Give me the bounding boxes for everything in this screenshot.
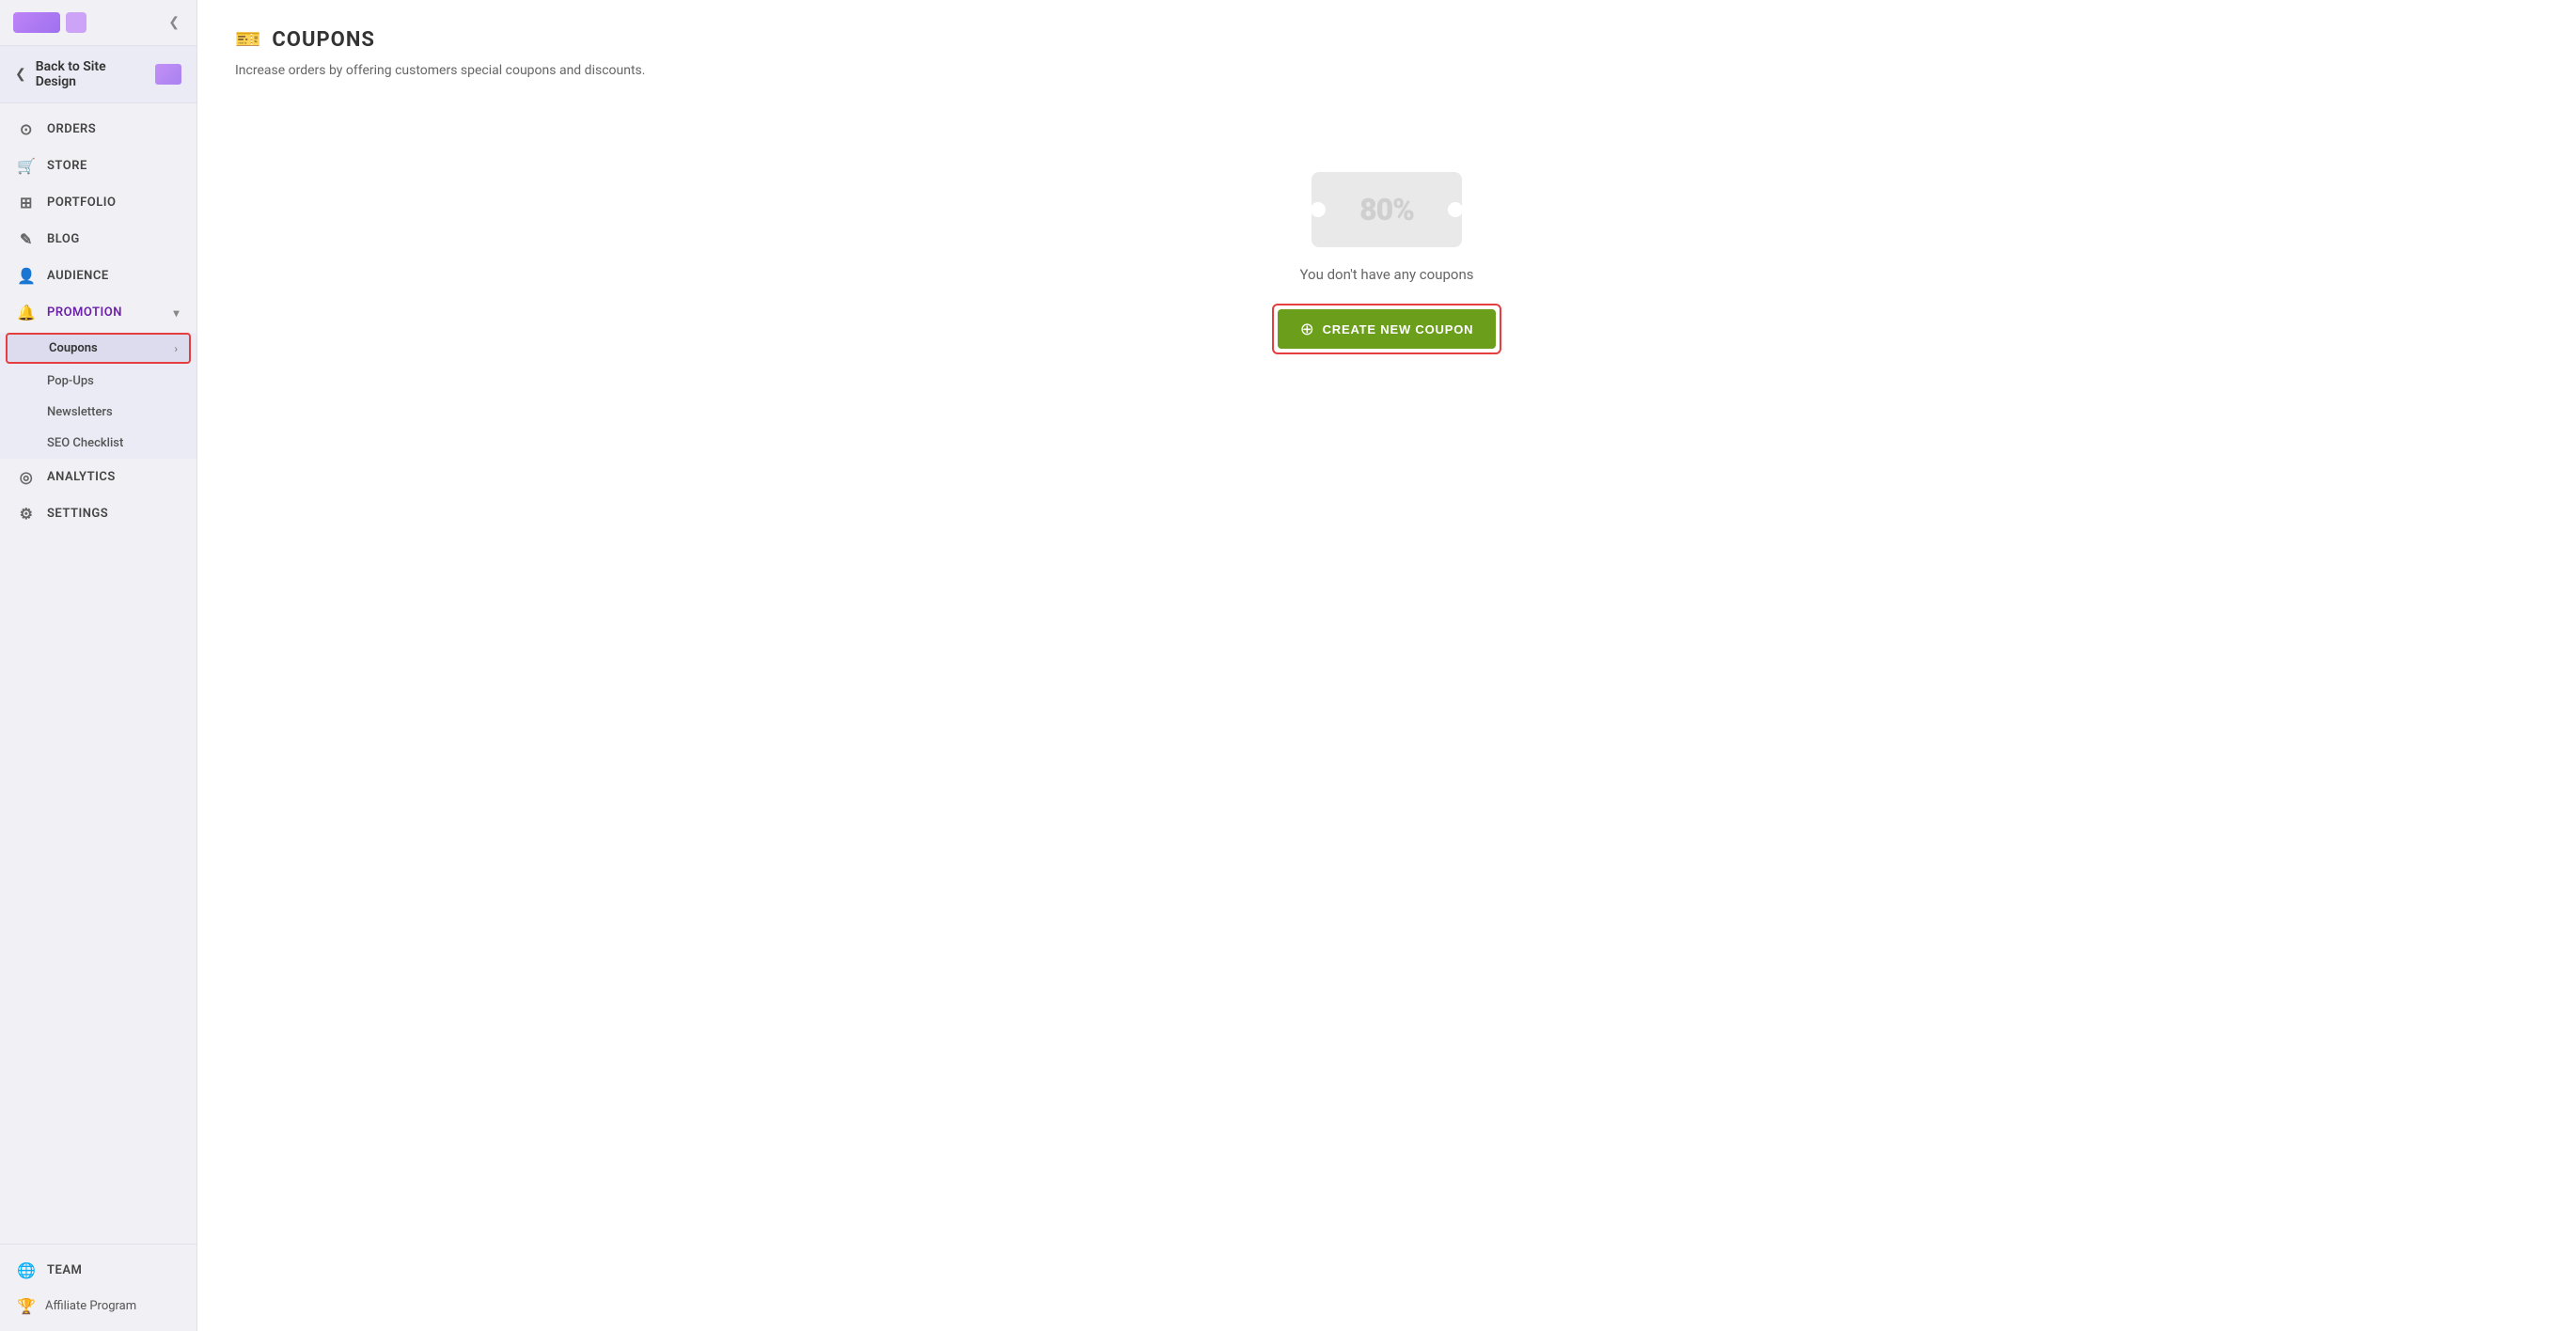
portfolio-icon: ⊞ [17,194,36,211]
create-coupon-btn-wrapper: ⊕ CREATE NEW COUPON [1272,304,1502,354]
sidebar-bottom: 🌐 TEAM 🏆 Affiliate Program [0,1244,196,1331]
sidebar-item-coupons[interactable]: Coupons › [6,333,191,364]
affiliate-label: Affiliate Program [45,1299,136,1313]
analytics-label: ANALYTICS [47,470,116,484]
sidebar-item-affiliate[interactable]: 🏆 Affiliate Program [0,1289,196,1323]
sidebar-item-settings[interactable]: ⚙ SETTINGS [0,495,196,532]
promotion-submenu: Coupons › Pop-Ups Newsletters SEO Checkl… [0,333,196,459]
store-icon: 🛒 [17,157,36,175]
back-to-site-button[interactable]: ❮ Back to Site Design [0,46,196,103]
audience-label: AUDIENCE [47,269,109,283]
coupon-ticket: 80% [1312,172,1462,247]
seo-checklist-label: SEO Checklist [47,436,123,450]
coupons-chevron-icon: › [174,342,178,355]
sidebar-collapse-button[interactable]: ❮ [165,11,183,34]
coupons-label: Coupons [49,341,98,355]
coupon-illustration: 80% [1312,172,1462,247]
plus-icon: ⊕ [1300,321,1315,337]
empty-state-text: You don't have any coupons [1300,266,1474,283]
back-to-site-label: Back to Site Design [36,59,146,89]
sidebar-header: ❮ [0,0,196,46]
back-arrow-icon: ❮ [15,67,26,82]
sidebar-item-blog[interactable]: ✎ BLOG [0,221,196,258]
blog-label: BLOG [47,232,80,246]
sidebar-item-team[interactable]: 🌐 TEAM [0,1252,196,1289]
logo-block [13,12,60,33]
portfolio-label: PORTFOLIO [47,196,116,210]
team-icon: 🌐 [17,1261,36,1279]
main-nav: ⊙ ORDERS 🛒 STORE ⊞ PORTFOLIO ✎ BLOG 👤 AU… [0,103,196,540]
orders-icon: ⊙ [17,120,36,138]
main-content: 🎫 COUPONS Increase orders by offering cu… [197,0,2576,1331]
site-design-icon [155,64,181,85]
sidebar-item-seo-checklist[interactable]: SEO Checklist [0,428,196,459]
sidebar-logo [13,12,86,33]
page-header: 🎫 COUPONS [235,28,2538,52]
orders-label: ORDERS [47,122,96,136]
audience-icon: 👤 [17,267,36,285]
newsletters-label: Newsletters [47,405,113,419]
sidebar-item-audience[interactable]: 👤 AUDIENCE [0,258,196,294]
settings-icon: ⚙ [17,505,36,523]
create-coupon-label: CREATE NEW COUPON [1323,322,1474,337]
sidebar-item-store[interactable]: 🛒 STORE [0,148,196,184]
blog-icon: ✎ [17,230,36,248]
empty-state: 80% You don't have any coupons ⊕ CREATE … [235,134,2538,392]
popups-label: Pop-Ups [47,374,94,388]
promotion-icon: 🔔 [17,304,36,321]
sidebar-item-popups[interactable]: Pop-Ups [0,366,196,397]
sidebar-item-promotion[interactable]: 🔔 PROMOTION ▾ [0,294,196,331]
sidebar-item-newsletters[interactable]: Newsletters [0,397,196,428]
logo-icon [66,12,86,33]
page-title: COUPONS [272,28,374,52]
analytics-icon: ◎ [17,468,36,486]
sidebar: ❮ ❮ Back to Site Design ⊙ ORDERS 🛒 STORE… [0,0,197,1331]
promotion-chevron-icon: ▾ [173,306,180,320]
sidebar-item-orders[interactable]: ⊙ ORDERS [0,111,196,148]
team-label: TEAM [47,1263,82,1277]
coupon-percent-label: 80% [1359,192,1414,227]
page-subtitle: Increase orders by offering customers sp… [235,63,2538,78]
promotion-label: PROMOTION [47,305,122,320]
sidebar-item-analytics[interactable]: ◎ ANALYTICS [0,459,196,495]
create-new-coupon-button[interactable]: ⊕ CREATE NEW COUPON [1278,309,1497,349]
settings-label: SETTINGS [47,507,108,521]
store-label: STORE [47,159,87,173]
affiliate-icon: 🏆 [17,1297,36,1315]
coupons-page-icon: 🎫 [235,28,260,52]
sidebar-item-portfolio[interactable]: ⊞ PORTFOLIO [0,184,196,221]
